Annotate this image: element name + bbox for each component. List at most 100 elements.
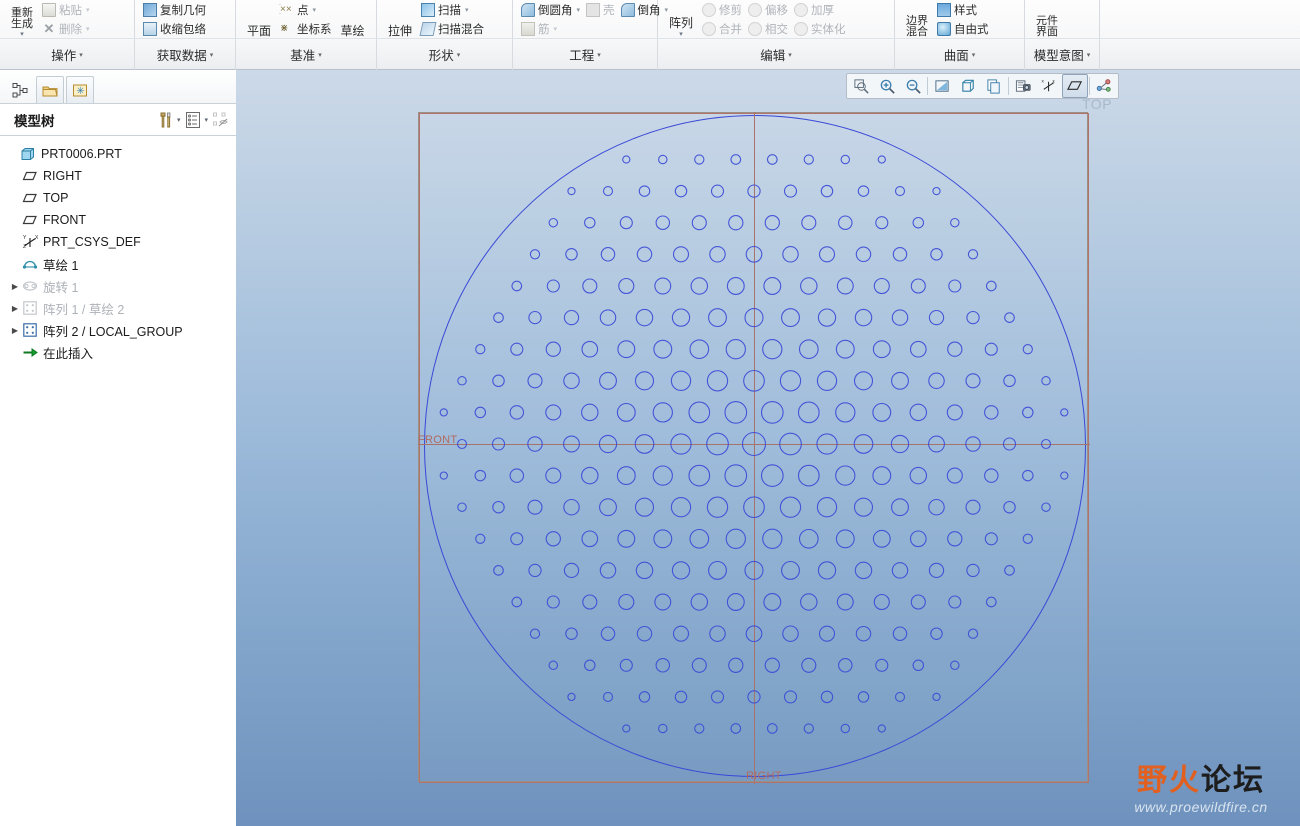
solidify-button[interactable]: 实体化 [791, 19, 849, 38]
zoom-in-button[interactable] [874, 74, 900, 98]
tree-item-sketch1[interactable]: 草绘 1 [0, 253, 236, 275]
boundary-blend-button[interactable]: 边界 混合 [900, 0, 934, 38]
chevron-down-icon[interactable]: ▾ [313, 6, 317, 14]
sweep-button[interactable]: 扫描 ▾ [418, 0, 487, 19]
sketch-button[interactable]: 草绘 [335, 0, 371, 38]
ribbon-group-tab-工程[interactable]: 工程 ▾ [513, 39, 658, 70]
pattern-button[interactable]: 阵列 ▾ [663, 0, 699, 38]
paste-button[interactable]: 粘贴 ▾ [39, 0, 93, 19]
component-interface-button[interactable]: 元件 界面 [1030, 0, 1064, 38]
chevron-down-icon[interactable]: ▾ [210, 51, 214, 59]
intersect-icon [748, 21, 763, 36]
view-manager-button[interactable] [1010, 74, 1036, 98]
tree-tab-folders[interactable] [36, 76, 64, 103]
chevron-down-icon[interactable]: ▾ [554, 25, 558, 33]
merge-button[interactable]: 合并 [699, 19, 745, 38]
solidify-icon [794, 21, 809, 36]
copy-geometry-button[interactable]: 复制几何 [140, 0, 209, 19]
shrinkwrap-button[interactable]: 收缩包络 [140, 19, 209, 38]
chevron-down-icon[interactable]: ▾ [177, 116, 181, 124]
graphics-viewport[interactable]: FRONT RIGHT xx TOP 野火论坛 www.proewildfire… [236, 70, 1300, 826]
ribbon-group-tab-操作[interactable]: 操作 ▾ [0, 39, 135, 70]
chevron-down-icon[interactable]: ▾ [20, 31, 24, 38]
chevron-down-icon[interactable]: ▾ [972, 51, 976, 59]
ribbon-group-tab-基准[interactable]: 基准 ▾ [236, 39, 377, 70]
freestyle-label: 自由式 [954, 23, 989, 36]
tree-item-part[interactable]: PRT0006.PRT [0, 143, 236, 165]
tree-display-tool[interactable]: ▾ [184, 111, 208, 129]
shell-button[interactable]: 壳 [583, 0, 618, 19]
rib-button[interactable]: 筋 ▾ [518, 19, 583, 38]
sweep-label: 扫描 [438, 4, 462, 17]
revolve-icon [22, 278, 38, 294]
style-button[interactable]: 样式 [934, 0, 992, 19]
tree-tab-layout[interactable] [6, 76, 34, 103]
swept-blend-label: 扫描混合 [438, 23, 485, 36]
chevron-down-icon[interactable]: ▾ [679, 31, 683, 38]
tree-item-csys[interactable]: Y X Z PRT_CSYS_DEF [0, 231, 236, 253]
refit-button[interactable] [848, 74, 874, 98]
delete-button[interactable]: ✕ 删除 ▾ [39, 19, 93, 38]
shrinkwrap-icon [143, 21, 157, 36]
freestyle-button[interactable]: 自由式 [934, 19, 992, 38]
swept-blend-button[interactable]: 扫描混合 [418, 19, 487, 38]
expander-triangle-icon[interactable]: ▶ [8, 282, 22, 291]
ribbon-group-tab-获取数据[interactable]: 获取数据 ▾ [135, 39, 236, 70]
chevron-down-icon[interactable]: ▾ [465, 6, 469, 14]
repaint-button[interactable] [929, 74, 955, 98]
ribbon-group-tab-形状[interactable]: 形状 ▾ [377, 39, 513, 70]
intersect-label: 相交 [765, 23, 789, 36]
tree-item-pattern1[interactable]: ▶ 阵列 1 / 草绘 2 [0, 297, 236, 319]
tree-item-top[interactable]: TOP [0, 187, 236, 209]
tree-filter-tool[interactable] [212, 111, 230, 129]
point-button[interactable]: ׅ×ׂ× 点 ▾ [277, 0, 335, 19]
coordinate-system-button[interactable]: ⋇ 坐标系 [277, 19, 335, 38]
chevron-down-icon[interactable]: ▾ [204, 116, 208, 124]
chevron-down-icon[interactable]: ▾ [788, 51, 792, 59]
chevron-down-icon[interactable]: ▾ [86, 6, 90, 14]
ribbon-group-tab-模型意图[interactable]: 模型意图 ▾ [1025, 39, 1100, 70]
extrude-button[interactable]: 拉伸 [382, 0, 418, 38]
tree-tab-favorites[interactable]: ✳ [66, 76, 94, 103]
expander-triangle-icon[interactable]: ▶ [8, 304, 22, 313]
round-button[interactable]: 倒圆角 ▾ [518, 0, 583, 19]
tree-item-right[interactable]: RIGHT [0, 165, 236, 187]
chevron-down-icon[interactable]: ▾ [597, 51, 601, 59]
sketch-icon [22, 256, 38, 272]
shrinkwrap-label: 收缩包络 [160, 23, 206, 36]
tree-settings-tool[interactable]: ▾ [157, 111, 181, 129]
disc-outer-circle [424, 115, 1086, 777]
plane-display-button[interactable] [1062, 74, 1088, 98]
datum-plane-icon [22, 168, 38, 184]
tree-item-revolve1[interactable]: ▶ 旋转 1 [0, 275, 236, 297]
tree-item-pattern2[interactable]: ▶ 阵列 2 / LOCAL_GROUP [0, 319, 236, 341]
thicken-button[interactable]: 加厚 [791, 0, 849, 19]
plane-button[interactable]: 平面 [241, 0, 277, 38]
chevron-down-icon[interactable]: ▾ [1087, 51, 1091, 59]
tree-item-insert-here[interactable]: 在此插入 [0, 341, 236, 363]
tree-item-label: 旋转 1 [43, 280, 79, 295]
annotation-display-icon [1096, 78, 1113, 95]
tree-item-label: 阵列 2 / LOCAL_GROUP [43, 324, 183, 339]
expander-triangle-icon[interactable]: ▶ [8, 326, 22, 335]
display-style-button[interactable] [955, 74, 981, 98]
svg-text:Z: Z [23, 244, 26, 250]
chevron-down-icon[interactable]: ▾ [457, 51, 461, 59]
watermark-title: 野火论坛 [1110, 764, 1292, 798]
chevron-down-icon[interactable]: ▾ [318, 51, 322, 59]
tree-item-label: FRONT [43, 213, 87, 227]
trim-button[interactable]: 修剪 [699, 0, 745, 19]
tree-item-front[interactable]: FRONT [0, 209, 236, 231]
intersect-button[interactable]: 相交 [745, 19, 791, 38]
ribbon-group-tab-编辑[interactable]: 编辑 ▾ [658, 39, 895, 70]
chevron-down-icon[interactable]: ▾ [86, 25, 90, 33]
offset-button[interactable]: 偏移 [745, 0, 791, 19]
annotation-display-button[interactable] [1091, 74, 1117, 98]
datum-display-button[interactable]: xx [1036, 74, 1062, 98]
saved-orientations-button[interactable] [981, 74, 1007, 98]
ribbon-group-tab-曲面[interactable]: 曲面 ▾ [895, 39, 1025, 70]
chevron-down-icon[interactable]: ▾ [79, 51, 83, 59]
regenerate-button[interactable]: 重新 生成 ▾ [5, 0, 39, 39]
chevron-down-icon[interactable]: ▾ [577, 6, 581, 14]
zoom-out-button[interactable] [900, 74, 926, 98]
